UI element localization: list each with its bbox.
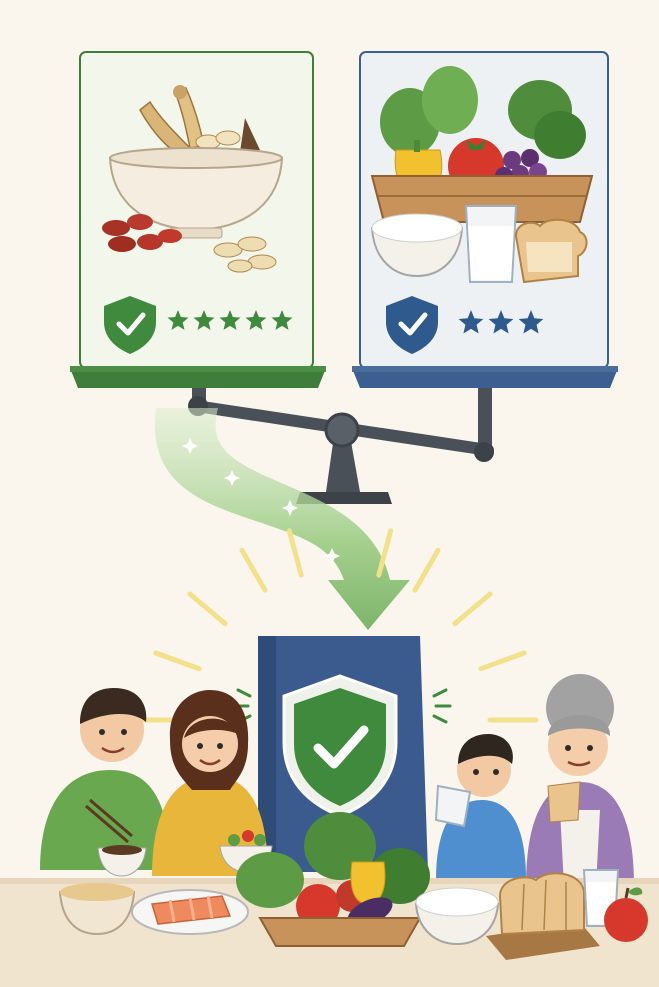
light-ray — [187, 591, 228, 627]
child-figure — [434, 734, 526, 880]
light-ray — [452, 591, 493, 627]
light-ray — [478, 650, 527, 672]
light-ray — [286, 528, 304, 578]
light-ray — [239, 547, 268, 593]
traditional-panel — [70, 51, 326, 388]
salmon-plate-icon — [131, 889, 249, 935]
illustration-canvas — [0, 51, 659, 987]
bread-loaf-icon — [486, 872, 600, 960]
light-ray — [412, 547, 441, 593]
grandmother-figure — [526, 674, 634, 886]
modern-panel — [352, 51, 618, 388]
father-figure — [40, 688, 170, 877]
light-ray — [153, 650, 202, 672]
